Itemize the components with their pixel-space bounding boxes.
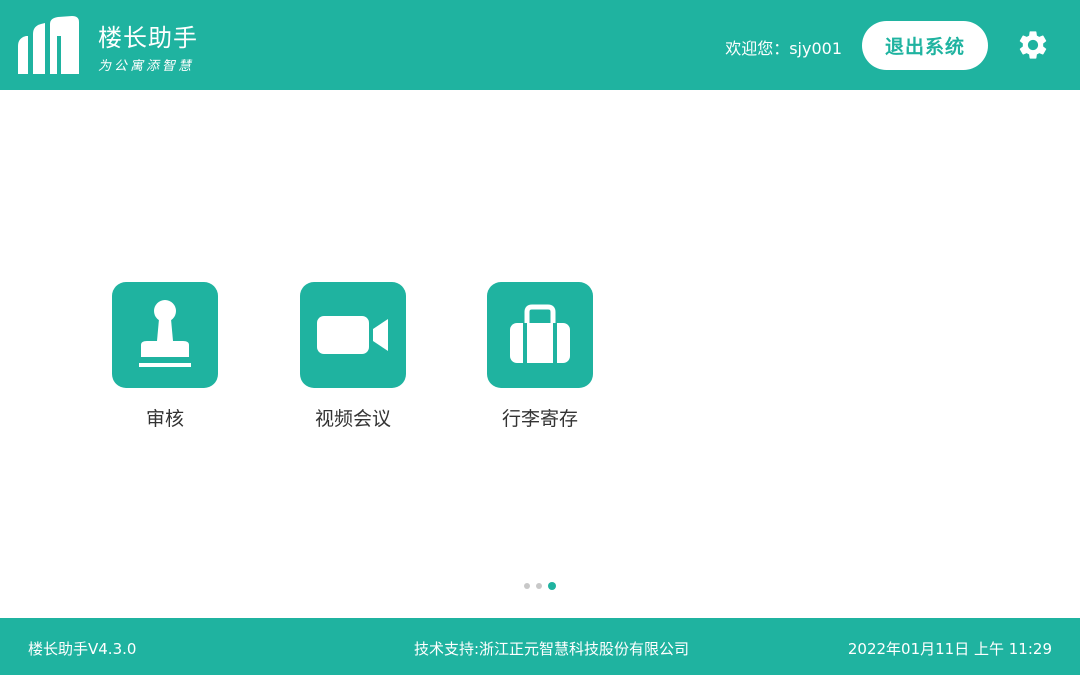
header-bar: 楼长助手 为公寓添智慧 欢迎您：sjy001 退出系统 — [0, 0, 1080, 90]
app-luggage-storage-tile[interactable] — [487, 282, 593, 388]
welcome-text: 欢迎您：sjy001 — [725, 39, 842, 58]
building-logo-icon — [18, 16, 79, 74]
video-camera-icon — [317, 316, 388, 354]
footer-bar: 楼长助手V4.3.0 技术支持:浙江正元智慧科技股份有限公司 2022年01月1… — [0, 618, 1080, 675]
app-version: 楼长助手V4.3.0 — [28, 640, 137, 658]
app-slogan: 为公寓添智慧 — [98, 59, 195, 74]
page-dot-2[interactable] — [536, 583, 542, 589]
app-audit[interactable]: 审核 — [95, 282, 235, 431]
app-video-meeting[interactable]: 视频会议 — [283, 282, 423, 431]
page-dot-3-active[interactable] — [548, 582, 556, 590]
app-video-meeting-label: 视频会议 — [314, 408, 391, 430]
page-indicator — [524, 582, 556, 590]
app-title: 楼长助手 — [98, 24, 198, 52]
app-video-meeting-tile[interactable] — [300, 282, 406, 388]
datetime: 2022年01月11日 上午 11:29 — [847, 640, 1052, 658]
logout-button[interactable]: 退出系统 — [862, 21, 988, 70]
page-dot-1[interactable] — [524, 583, 530, 589]
luggage-icon — [510, 304, 570, 363]
stamp-icon — [139, 300, 191, 367]
tech-support-text: 技术支持:浙江正元智慧科技股份有限公司 — [414, 640, 690, 658]
app-luggage-storage-label: 行李寄存 — [501, 408, 578, 430]
app-luggage-storage[interactable]: 行李寄存 — [470, 282, 610, 431]
app-audit-label: 审核 — [145, 408, 184, 430]
settings-gear-icon[interactable] — [1016, 28, 1050, 62]
app-audit-tile[interactable] — [112, 282, 218, 388]
